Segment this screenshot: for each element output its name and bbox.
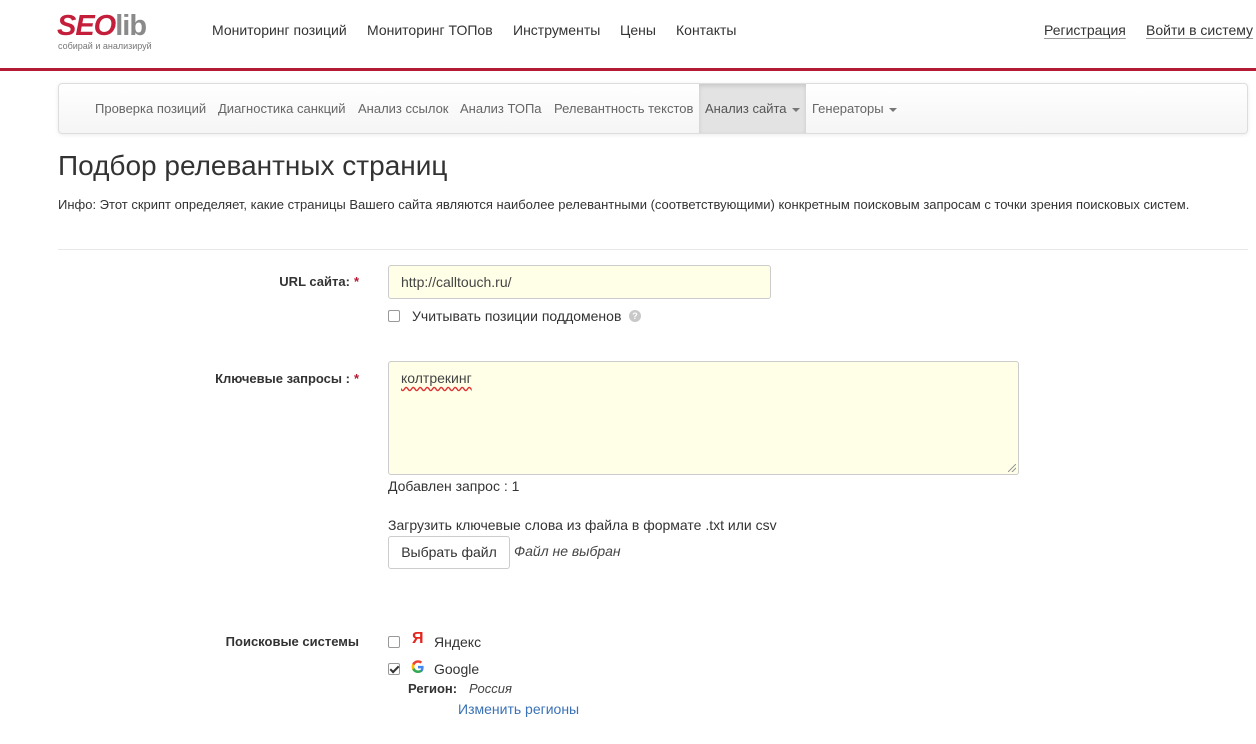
file-status: Файл не выбран [514,543,621,559]
subnav-text-relevance[interactable]: Релевантность текстов [554,84,693,133]
google-icon [411,660,424,673]
subnav-site-analysis[interactable]: Анализ сайта [699,84,806,133]
chevron-down-icon [791,107,800,112]
subnav-top-analysis[interactable]: Анализ ТОПа [460,84,542,133]
yandex-label: Яндекс [434,634,482,650]
upload-hint: Загрузить ключевые слова из файла в форм… [388,517,777,533]
chevron-down-icon [888,107,897,112]
subnav-generators-label: Генераторы [812,101,884,116]
help-icon[interactable]: ? [629,310,641,322]
keywords-textarea[interactable]: колтрекинг [388,361,1019,475]
keywords-label: Ключевые запросы : * [215,371,359,386]
page-title: Подбор релевантных страниц [58,150,448,181]
url-label: URL сайта: * [279,274,359,289]
page-info: Инфо: Этот скрипт определяет, какие стра… [58,197,1190,212]
nav-monitoring-positions[interactable]: Мониторинг позиций [212,22,347,38]
logo-seo: SEO [57,10,116,42]
choose-file-button[interactable]: Выбрать файл [388,536,510,569]
register-link[interactable]: Регистрация [1044,22,1126,38]
change-regions-link[interactable]: Изменить регионы [458,701,579,717]
google-label: Google [434,661,480,677]
subnav-site-analysis-label: Анализ сайта [705,101,787,116]
url-input[interactable] [388,265,771,299]
nav-monitoring-tops[interactable]: Мониторинг ТОПов [367,22,493,38]
divider [58,249,1248,250]
keywords-label-text: Ключевые запросы : [215,371,350,386]
nav-tools[interactable]: Инструменты [513,22,600,38]
logo-lib: lib [115,10,147,42]
logo-tagline: собирай и анализируй [58,41,152,51]
nav-contacts[interactable]: Контакты [676,22,736,38]
logo-wordmark: SEOlib [57,10,147,42]
engines-label: Поисковые системы [225,634,359,649]
nav-prices[interactable]: Цены [620,22,656,38]
google-checkbox[interactable] [388,663,400,675]
top-header: SEOlib собирай и анализируй Мониторинг п… [0,0,1256,71]
region-value: Россия [469,681,512,696]
subnav-sanctions-diagnostics[interactable]: Диагностика санкций [218,84,346,133]
region-label: Регион: [408,681,458,696]
site-logo[interactable]: SEOlib собирай и анализируй [57,12,167,54]
resize-handle-icon[interactable] [1008,464,1016,472]
subnav-generators[interactable]: Генераторы [812,84,897,133]
subnav-link-analysis[interactable]: Анализ ссылок [358,84,449,133]
url-label-text: URL сайта: [279,274,350,289]
login-link[interactable]: Войти в систему [1146,22,1253,38]
required-mark: * [353,274,359,289]
subdomains-checkbox[interactable] [388,310,400,322]
subdomains-label: Учитывать позиции поддоменов [412,308,622,324]
added-count: Добавлен запрос : 1 [388,478,520,494]
subnav-position-check[interactable]: Проверка позиций [95,84,206,133]
yandex-icon: Я [412,630,424,647]
required-mark: * [353,371,359,386]
keywords-value: колтрекинг [401,370,472,386]
yandex-checkbox[interactable] [388,636,400,648]
tools-subnav: Проверка позиций Диагностика санкций Ана… [58,83,1248,134]
